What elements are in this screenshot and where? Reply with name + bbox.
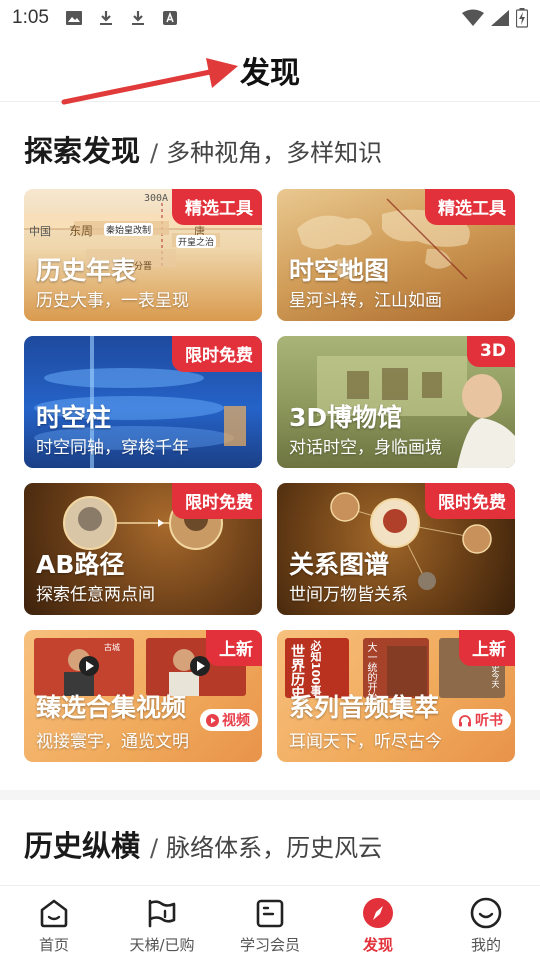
signal-icon bbox=[491, 10, 509, 26]
timeline-event-label: 开皇之治 bbox=[176, 235, 217, 248]
system-icons bbox=[462, 8, 528, 28]
timeline-event-label: 秦始皇改制 bbox=[104, 223, 154, 236]
card-title: 臻选合集视频 bbox=[36, 693, 187, 722]
section-subtitle: / 脉络体系，历史风云 bbox=[150, 834, 383, 862]
nav-item-home[interactable]: 首页 bbox=[0, 886, 108, 960]
card-description: 时空同轴，穿梭千年 bbox=[36, 438, 189, 458]
status-time: 1:05 bbox=[12, 7, 49, 28]
download-icon bbox=[99, 11, 112, 25]
status-bar: 1:05 bbox=[0, 0, 540, 36]
bottom-navigation: 首页 天梯/已购 学习会员 发现 我的 bbox=[0, 885, 540, 960]
card-badge: 上新 bbox=[459, 630, 515, 666]
compass-icon bbox=[363, 898, 393, 928]
nav-item-ladder[interactable]: 天梯/已购 bbox=[108, 886, 216, 960]
card-featured-videos[interactable]: 古城 上新 臻选合集视频 视频 视接寰宇，通览文明 bbox=[24, 630, 262, 762]
nav-label: 学习会员 bbox=[239, 936, 300, 954]
card-audio-series[interactable]: 世界历史 必知100事 大一统的开始 穿越历史今天 上新 系列音频集萃 听书 耳… bbox=[277, 630, 515, 762]
card-title: 关系图谱 bbox=[289, 550, 390, 579]
nav-label: 我的 bbox=[470, 936, 501, 954]
card-spacetime-map[interactable]: 精选工具 时空地图 星河斗转，江山如画 bbox=[277, 189, 515, 321]
timeline-era-label: 东周 bbox=[69, 224, 94, 238]
timeline-row-label: 中国 bbox=[29, 225, 51, 238]
card-description: 耳闻天下，听尽古今 bbox=[289, 732, 442, 752]
card-title: AB路径 bbox=[36, 550, 125, 579]
card-badge: 限时免费 bbox=[172, 336, 262, 372]
nav-item-discover[interactable]: 发现 bbox=[324, 886, 432, 960]
nav-label: 发现 bbox=[362, 936, 393, 954]
font-app-icon bbox=[162, 11, 177, 25]
section-title: 历史纵横 bbox=[24, 829, 141, 863]
play-icon bbox=[206, 713, 219, 727]
card-description: 星河斗转，江山如画 bbox=[289, 291, 442, 311]
nav-item-member[interactable]: 学习会员 bbox=[216, 886, 324, 960]
card-badge: 限时免费 bbox=[172, 483, 262, 519]
card-badge: 精选工具 bbox=[425, 189, 515, 225]
card-relation-graph[interactable]: 限时免费 关系图谱 世间万物皆关系 bbox=[277, 483, 515, 615]
home-icon bbox=[40, 899, 68, 928]
section-subtitle: / 多种视角，多样知识 bbox=[150, 139, 383, 167]
card-badge: 限时免费 bbox=[425, 483, 515, 519]
card-badge: 精选工具 bbox=[172, 189, 262, 225]
card-title: 时空柱 bbox=[36, 403, 112, 432]
red-arrow-annotation bbox=[61, 58, 238, 105]
timeline-year-label: 300A bbox=[144, 193, 169, 204]
nav-label: 首页 bbox=[38, 936, 69, 954]
section-title: 探索发现 bbox=[24, 134, 141, 168]
card-ab-path[interactable]: 限时免费 AB路径 探索任意两点间 bbox=[24, 483, 262, 615]
image-icon bbox=[65, 11, 82, 25]
battery-icon bbox=[516, 8, 528, 28]
book-icon bbox=[256, 899, 284, 928]
card-description: 探索任意两点间 bbox=[36, 585, 155, 605]
section-divider bbox=[0, 790, 540, 800]
card-badge: 上新 bbox=[206, 630, 262, 666]
card-title: 系列音频集萃 bbox=[289, 693, 440, 722]
headphones-icon bbox=[459, 714, 471, 726]
smile-icon bbox=[470, 897, 502, 929]
card-3d-museum[interactable]: 3D 3D博物馆 对话时空，身临画境 bbox=[277, 336, 515, 468]
video-thumbnail-label: 古城 bbox=[104, 643, 120, 652]
download-icon bbox=[131, 11, 144, 25]
nav-label: 天梯/已购 bbox=[129, 936, 195, 954]
notification-icons bbox=[65, 9, 179, 27]
card-description: 对话时空，身临画境 bbox=[289, 438, 442, 458]
card-description: 历史大事，一表呈现 bbox=[36, 291, 189, 311]
video-tag: 视频 bbox=[200, 709, 258, 731]
card-description: 视接寰宇，通览文明 bbox=[36, 732, 189, 752]
audio-tag: 听书 bbox=[452, 709, 511, 731]
wifi-icon bbox=[462, 9, 484, 26]
card-spacetime-pillar[interactable]: 限时免费 时空柱 时空同轴，穿梭千年 bbox=[24, 336, 262, 468]
card-history-timeline[interactable]: 300A 中国 东周 秦始皇改制 唐 开皇之治 三家分晋 精选工具 历史年表 历… bbox=[24, 189, 262, 321]
card-description: 世间万物皆关系 bbox=[289, 585, 408, 605]
nav-item-mine[interactable]: 我的 bbox=[432, 886, 540, 960]
card-badge: 3D bbox=[467, 336, 515, 367]
card-title: 时空地图 bbox=[289, 256, 390, 285]
card-title: 3D博物馆 bbox=[289, 403, 403, 432]
history-section-header: 历史纵横 / 脉络体系，历史风云 bbox=[24, 823, 382, 865]
card-title: 历史年表 bbox=[36, 256, 137, 285]
flag-icon bbox=[148, 899, 176, 928]
explore-section-header: 探索发现 / 多种视角，多样知识 bbox=[24, 128, 382, 170]
